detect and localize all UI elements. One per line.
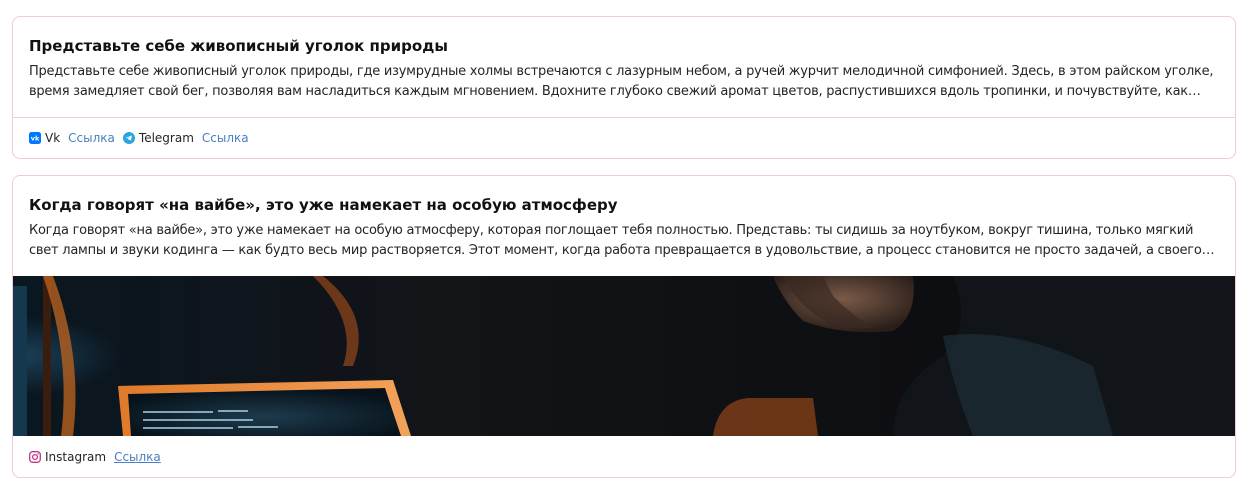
post-image xyxy=(13,276,1235,436)
social-name: Telegram xyxy=(138,131,194,145)
instagram-icon xyxy=(29,450,41,463)
social-telegram: Telegram Ссылка xyxy=(122,131,249,145)
post-card: Когда говорят «на вайбе», это уже намека… xyxy=(12,175,1236,478)
social-link-instagram[interactable]: Ссылка xyxy=(114,450,161,464)
post-footer: Instagram Ссылка xyxy=(13,436,1235,477)
post-title: Когда говорят «на вайбе», это уже намека… xyxy=(29,196,618,214)
post-text: Представьте себе живописный уголок приро… xyxy=(29,64,1214,99)
post-card-body: Когда говорят «на вайбе», это уже намека… xyxy=(13,176,1235,261)
social-vk: vk Vk Ссылка xyxy=(29,131,115,145)
social-link-telegram[interactable]: Ссылка xyxy=(202,131,249,145)
vk-icon: vk xyxy=(29,132,41,144)
post-footer: vk Vk Ссылка Telegram Ссылка xyxy=(13,117,1235,158)
social-name: Instagram xyxy=(45,449,107,464)
post-title: Представьте себе живописный уголок приро… xyxy=(29,37,448,55)
social-name: Vk xyxy=(45,131,61,145)
telegram-icon xyxy=(122,132,135,144)
social-instagram: Instagram Ссылка xyxy=(29,450,161,464)
svg-text:vk: vk xyxy=(31,135,40,143)
social-link-vk[interactable]: Ссылка xyxy=(68,131,115,145)
post-text: Когда говорят «на вайбе», это уже намека… xyxy=(29,223,1202,258)
post-card-body: Представьте себе живописный уголок приро… xyxy=(13,17,1235,102)
post-card: Представьте себе живописный уголок приро… xyxy=(12,16,1236,159)
